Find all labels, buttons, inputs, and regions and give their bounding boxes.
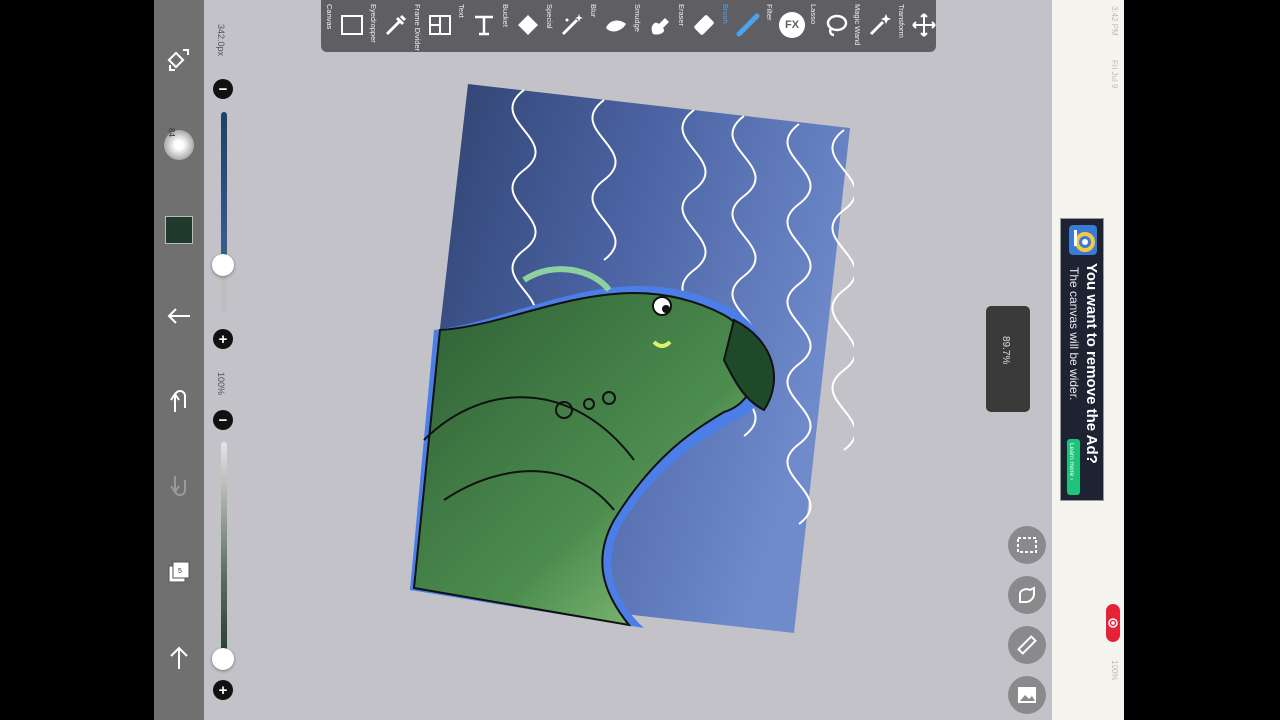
tool-lasso[interactable]: Lasso	[805, 0, 849, 52]
blur-icon	[606, 20, 626, 32]
status-time: 3:42 PM	[1110, 6, 1119, 36]
undo-icon[interactable]	[162, 384, 196, 418]
svg-text:5: 5	[178, 568, 182, 575]
selection-icon[interactable]	[1008, 526, 1046, 564]
right-margin: 3:42 PM Fri Jul 9 100% You want to remov…	[1052, 0, 1124, 720]
tool-canvas[interactable]: Canvas	[321, 0, 365, 52]
opacity-increase-button[interactable]: +	[213, 680, 233, 700]
opacity-label: 100%	[216, 372, 226, 396]
status-date: Fri Jul 9	[1110, 60, 1119, 89]
ad-subtitle: The canvas will be wider.	[1067, 267, 1081, 401]
ibispaint-logo-icon	[1069, 225, 1097, 255]
left-toolbar: 84 5	[154, 0, 204, 720]
brush-preview-icon[interactable]: 84	[162, 128, 196, 162]
tool-special[interactable]: Special	[541, 0, 585, 52]
eraser-icon	[694, 15, 714, 35]
tool-frame-divider[interactable]: Frame Divider	[409, 0, 453, 52]
tool-filter[interactable]: Filter FX	[761, 0, 805, 52]
size-increase-button[interactable]: +	[213, 329, 233, 349]
canvas-icon	[341, 15, 363, 35]
reference-image-icon[interactable]	[1008, 676, 1046, 714]
eyedropper-icon	[385, 14, 407, 36]
magic-wand-icon	[869, 14, 891, 36]
ad-title: You want to remove the Ad?	[1083, 263, 1100, 464]
back-arrow-icon[interactable]	[162, 299, 196, 333]
stabilizer-hand-icon[interactable]	[1008, 576, 1046, 614]
opacity-decrease-button[interactable]: −	[213, 410, 233, 430]
brush-size-label: 342.0px	[216, 24, 226, 57]
special-icon	[561, 14, 583, 36]
tool-text[interactable]: Text	[453, 0, 497, 52]
rotate-canvas-icon[interactable]	[162, 43, 196, 77]
tool-magic-wand[interactable]: Magic Wand	[849, 0, 893, 52]
layers-icon[interactable]: 5	[162, 555, 196, 589]
opacity-knob[interactable]	[212, 648, 234, 670]
status-battery: 100%	[1110, 660, 1119, 681]
tool-smudge[interactable]: Smudge	[629, 0, 673, 52]
ad-learn-more-button[interactable]: Learn more ›	[1067, 439, 1080, 495]
zoom-level: 89.7%	[1000, 336, 1011, 365]
drawing-canvas[interactable]	[404, 80, 854, 640]
brush-badge: 84	[167, 128, 176, 137]
bucket-icon	[518, 15, 538, 35]
tool-blur[interactable]: Blur	[585, 0, 629, 52]
transform-icon	[912, 13, 936, 37]
lasso-icon	[826, 14, 848, 37]
size-decrease-button[interactable]: −	[213, 79, 233, 99]
text-icon	[475, 15, 493, 36]
tool-bucket[interactable]: Bucket	[497, 0, 541, 52]
up-arrow-icon[interactable]	[162, 641, 196, 675]
tool-eyedropper[interactable]: Eyedropper	[365, 0, 409, 52]
top-toolbar: Canvas Eyedropper Frame Divider Text Buc…	[321, 0, 936, 52]
tool-transform[interactable]: Transform	[893, 0, 936, 52]
brush-size-slider[interactable]	[221, 112, 227, 312]
frame-divider-icon	[429, 15, 451, 35]
screen-record-indicator-icon[interactable]	[1106, 604, 1120, 642]
ruler-icon[interactable]	[1008, 626, 1046, 664]
color-swatch[interactable]	[165, 216, 193, 244]
brush-icon	[736, 13, 760, 37]
opacity-slider[interactable]	[221, 442, 227, 662]
filter-icon: FX	[779, 12, 805, 38]
slider-column: 342.0px − + 100% − +	[204, 0, 244, 720]
tool-brush[interactable]: Brush	[717, 0, 761, 52]
smudge-icon	[651, 18, 669, 35]
app-screen: 84 5 342.0px − + 100% − + Canvas Eyedrop…	[154, 0, 1124, 720]
ad-banner[interactable]: You want to remove the Ad? The canvas wi…	[1060, 218, 1104, 501]
zoom-indicator: 89.7%	[986, 306, 1030, 412]
brush-size-knob[interactable]	[212, 254, 234, 276]
tool-eraser[interactable]: Eraser	[673, 0, 717, 52]
redo-icon[interactable]	[162, 470, 196, 504]
